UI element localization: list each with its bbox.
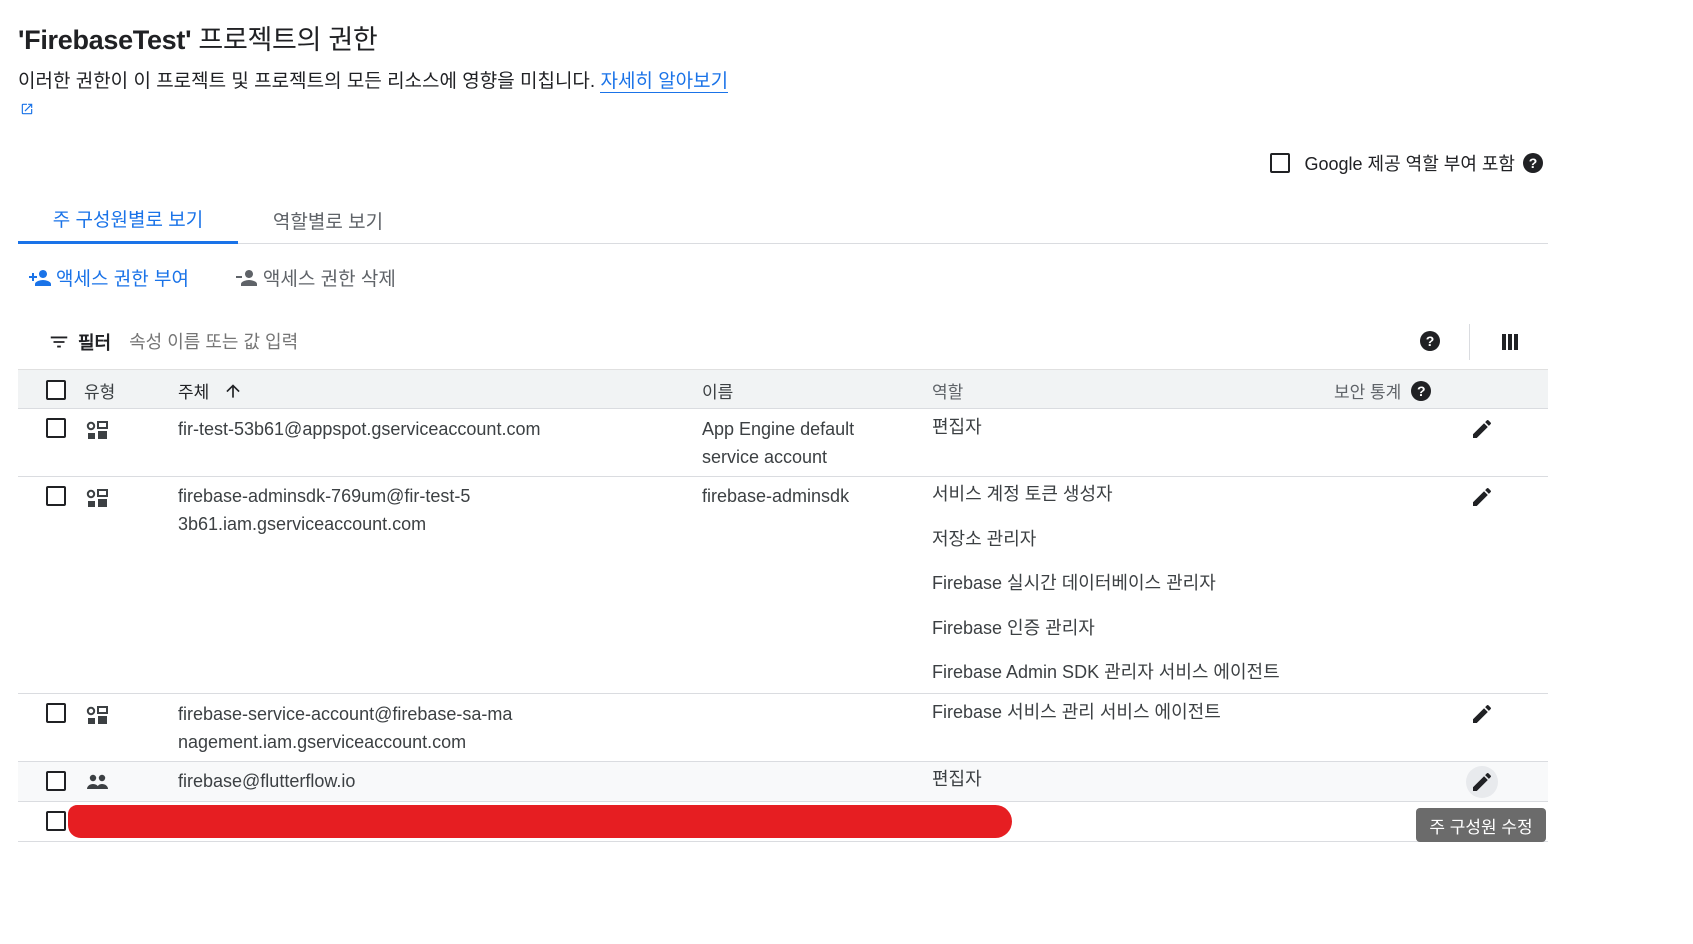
view-tabs: 주 구성원별로 보기 역할별로 보기 (18, 196, 1548, 244)
pencil-icon (1473, 487, 1492, 506)
grant-access-button[interactable]: 액세스 권한 부여 (28, 264, 189, 291)
principal-name: App Engine default service account (702, 419, 855, 467)
role-list: 편집자 (932, 413, 982, 458)
include-google-roles-label: Google 제공 역할 부여 포함 (1304, 154, 1515, 174)
page-description: 이러한 권한이 이 프로젝트 및 프로젝트의 모든 리소스에 영향을 미칩니다.… (18, 68, 738, 124)
filter-icon[interactable] (48, 331, 70, 353)
filter-label: 필터 (78, 333, 112, 353)
select-all-checkbox[interactable] (46, 380, 66, 400)
principal-name: firebase-adminsdk (702, 486, 850, 506)
arrow-up-icon (226, 383, 240, 398)
column-header-name[interactable]: 이름 (702, 378, 733, 403)
principal-email: firebase@flutterflow.io (178, 771, 356, 791)
role-item: 편집자 (932, 417, 982, 437)
row-checkbox[interactable] (46, 486, 66, 506)
person-remove-icon (235, 269, 257, 286)
help-icon[interactable]: ? (1411, 380, 1432, 401)
page-title: 'FirebaseTest' 프로젝트의 권한 (18, 25, 378, 55)
table-header: 유형 주체 이름 역할 보안 통계 ? (18, 369, 1548, 409)
pencil-icon (1473, 419, 1492, 438)
edit-principal-tooltip: 주 구성원 수정 (1416, 808, 1546, 842)
column-header-type[interactable]: 유형 (84, 378, 115, 403)
table-row[interactable]: fir-test-53b61@appspot.gserviceaccount.c… (18, 409, 1548, 477)
table-row[interactable]: firebase-adminsdk-769um@fir-test-53b61.i… (18, 477, 1548, 694)
column-header-security[interactable]: 보안 통계 ? (1334, 378, 1432, 403)
role-list: 서비스 계정 토큰 생성자 저장소 관리자 Firebase 실시간 데이터베이… (932, 480, 1280, 703)
row-checkbox[interactable] (46, 811, 66, 831)
column-header-principal[interactable]: 주체 (178, 378, 243, 403)
principal-email: fir-test-53b61@appspot.gserviceaccount.c… (178, 419, 541, 439)
divider (1469, 324, 1470, 360)
edit-principal-button[interactable] (1466, 481, 1498, 513)
pencil-icon (1473, 772, 1492, 791)
role-item: Firebase Admin SDK 관리자 서비스 에이전트 (932, 662, 1280, 682)
table-row[interactable]: firebase@flutterflow.io 편집자 (18, 762, 1548, 802)
role-item: Firebase 인증 관리자 (932, 617, 1095, 638)
tab-by-principal[interactable]: 주 구성원별로 보기 (18, 196, 238, 244)
column-header-role[interactable]: 역할 (932, 378, 963, 403)
external-link-icon (21, 103, 33, 115)
principal-email: firebase-service-account@firebase-sa-man… (178, 704, 513, 752)
service-account-icon (86, 706, 108, 724)
column-display-icon[interactable] (1500, 332, 1520, 352)
row-checkbox[interactable] (46, 703, 66, 723)
role-item: 편집자 (932, 769, 982, 789)
service-account-icon (86, 421, 108, 439)
include-google-roles[interactable]: Google 제공 역할 부여 포함 ? (1270, 150, 1543, 176)
help-icon[interactable]: ? (1523, 153, 1543, 173)
role-list: Firebase 서비스 관리 서비스 에이전트 (932, 698, 1221, 743)
learn-more-link[interactable]: 자세히 알아보기 (600, 71, 729, 93)
group-icon (87, 774, 108, 789)
pencil-icon (1473, 704, 1492, 723)
include-google-roles-checkbox[interactable] (1270, 153, 1291, 173)
row-checkbox[interactable] (46, 771, 66, 791)
person-add-icon (29, 269, 51, 286)
edit-principal-button[interactable] (1466, 766, 1498, 798)
redaction-mark (68, 805, 1012, 838)
role-item: Firebase 실시간 데이터베이스 관리자 (932, 573, 1216, 593)
service-account-icon (86, 489, 108, 507)
row-checkbox[interactable] (46, 418, 66, 438)
role-item: Firebase 서비스 관리 서비스 에이전트 (932, 702, 1221, 722)
tab-by-role[interactable]: 역할별로 보기 (238, 196, 418, 244)
edit-principal-button[interactable] (1466, 698, 1498, 730)
principal-email: firebase-adminsdk-769um@fir-test-53b61.i… (178, 486, 471, 534)
filter-bar: 필터 ? (18, 316, 1548, 368)
filter-input[interactable] (129, 331, 530, 353)
role-item: 저장소 관리자 (932, 528, 1037, 549)
action-bar: 액세스 권한 부여 액세스 권한 삭제 (28, 264, 396, 291)
help-icon[interactable]: ? (1420, 331, 1440, 351)
role-item: 서비스 계정 토큰 생성자 (932, 484, 1113, 504)
remove-access-button[interactable]: 액세스 권한 삭제 (235, 264, 396, 291)
edit-principal-button[interactable] (1466, 413, 1498, 445)
table-row[interactable]: firebase-service-account@firebase-sa-man… (18, 694, 1548, 762)
